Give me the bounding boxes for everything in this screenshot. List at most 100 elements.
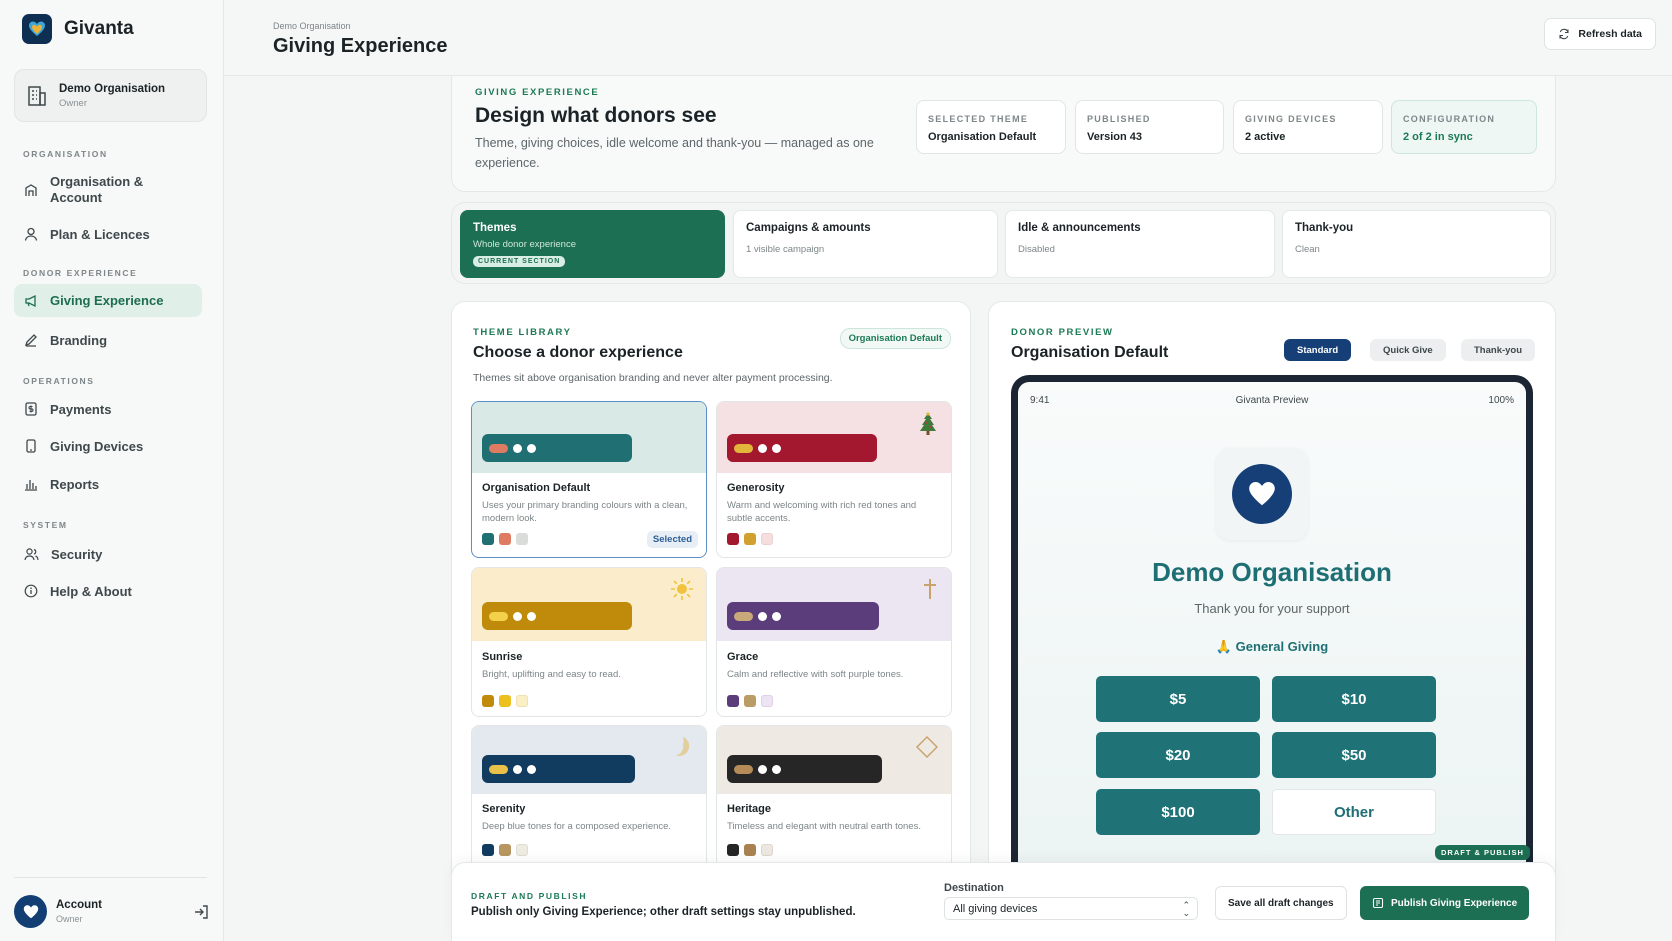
hero-description: Theme, giving choices, idle welcome and … xyxy=(475,136,874,170)
swatch xyxy=(727,533,739,545)
swatch xyxy=(482,533,494,545)
theme-preview-bar xyxy=(482,602,632,630)
info-icon xyxy=(24,584,38,598)
theme-description: Timeless and elegant with neutral earth … xyxy=(727,821,921,832)
tab-name: Thank-you xyxy=(1295,222,1354,234)
tab-themes[interactable]: Themes Whole donor experience CURRENT SE… xyxy=(460,210,725,278)
brand[interactable]: Givanta xyxy=(22,14,134,44)
sidebar-item-label-line2: Account xyxy=(50,190,102,205)
tab-idle-announcements[interactable]: Idle & announcements Disabled xyxy=(1005,210,1275,278)
stat-giving-devices: GIVING DEVICES 2 active xyxy=(1233,100,1383,154)
destination-label: Destination xyxy=(944,882,1004,894)
sidebar-item-label: Security xyxy=(51,546,103,562)
building-icon xyxy=(25,184,37,196)
tab-subtitle: Disabled xyxy=(1018,244,1055,255)
tab-name: Idle & announcements xyxy=(1018,222,1141,234)
amount-button[interactable]: $100 xyxy=(1096,789,1260,835)
sidebar-item-label: Payments xyxy=(50,401,112,417)
sidebar-item-giving-devices[interactable]: Giving Devices xyxy=(14,435,202,457)
sidebar-item-reports[interactable]: Reports xyxy=(14,473,202,495)
swatch xyxy=(516,844,528,856)
cross-icon xyxy=(924,579,936,599)
person-icon xyxy=(24,227,38,241)
amount-other-button[interactable]: Other xyxy=(1272,789,1436,835)
stat-label: SELECTED THEME xyxy=(928,114,1029,124)
donor-fund: 🙏 General Giving xyxy=(1215,639,1329,654)
tab-thank-you[interactable]: Thank-you Clean xyxy=(1282,210,1551,278)
tab-name: Campaigns & amounts xyxy=(746,222,871,234)
sidebar-item-payments[interactable]: Payments xyxy=(14,398,202,420)
tree-icon xyxy=(920,412,936,435)
amount-button[interactable]: $10 xyxy=(1272,676,1436,722)
publish-button[interactable]: Publish Giving Experience xyxy=(1360,886,1530,920)
building-icon xyxy=(28,85,46,106)
swatch xyxy=(744,533,756,545)
account-menu[interactable]: Account Owner xyxy=(14,895,210,928)
nav-section-operations: OPERATIONS xyxy=(23,376,95,386)
donor-thanks: Thank you for your support xyxy=(1194,601,1350,616)
theme-preview-bar xyxy=(727,755,882,783)
active-theme-badge: Organisation Default xyxy=(839,328,951,349)
stat-value: Organisation Default xyxy=(928,131,1037,143)
tablet-icon xyxy=(26,439,36,453)
publish-eyebrow: DRAFT AND PUBLISH xyxy=(471,891,588,901)
swatch xyxy=(499,533,511,545)
status-title: Givanta Preview xyxy=(1235,395,1309,406)
breadcrumb[interactable]: Demo Organisation xyxy=(273,21,351,31)
mode-thank-you[interactable]: Thank-you xyxy=(1461,339,1536,361)
theme-card-heritage[interactable]: Heritage Timeless and elegant with neutr… xyxy=(716,725,952,875)
stat-label: CONFIGURATION xyxy=(1403,114,1496,124)
amount-button[interactable]: $5 xyxy=(1096,676,1260,722)
theme-card-sunrise[interactable]: Sunrise Bright, uplifting and easy to re… xyxy=(471,567,707,717)
moon-icon xyxy=(675,736,690,756)
theme-card-generosity[interactable]: Generosity Warm and welcoming with rich … xyxy=(716,401,952,558)
sidebar-item-help-about[interactable]: Help & About xyxy=(14,580,202,602)
theme-name: Sunrise xyxy=(482,651,523,663)
destination-select[interactable]: All giving devices ⌃ ⌄ xyxy=(944,897,1198,920)
users-icon xyxy=(24,548,39,561)
tab-subtitle: Whole donor experience xyxy=(473,239,576,250)
heart-icon xyxy=(23,904,38,918)
publish-message: Publish only Giving Experience; other dr… xyxy=(471,906,856,918)
mode-standard[interactable]: Standard xyxy=(1284,339,1352,361)
org-name: Demo Organisation xyxy=(59,82,166,95)
theme-card-serenity[interactable]: Serenity Deep blue tones for a composed … xyxy=(471,725,707,875)
amount-button[interactable]: $20 xyxy=(1096,732,1260,778)
nav-section-donor-experience: DONOR EXPERIENCE xyxy=(23,268,138,278)
tab-campaigns-amounts[interactable]: Campaigns & amounts 1 visible campaign xyxy=(733,210,998,278)
refresh-icon xyxy=(1559,28,1569,40)
sun-icon xyxy=(671,578,693,600)
pen-icon xyxy=(24,334,37,347)
sidebar-item-branding[interactable]: Branding xyxy=(14,329,202,351)
theme-card-organisation-default[interactable]: Organisation Default Uses your primary b… xyxy=(471,401,707,558)
mode-quick-give[interactable]: Quick Give xyxy=(1370,339,1446,361)
sidebar-item-label: Giving Experience xyxy=(50,293,164,308)
swatch xyxy=(727,695,739,707)
page-header: Demo Organisation Giving Experience Refr… xyxy=(224,0,1672,76)
tab-subtitle: 1 visible campaign xyxy=(746,244,825,255)
logout-icon[interactable] xyxy=(192,903,210,921)
nav-section-organisation: ORGANISATION xyxy=(23,149,108,159)
org-switcher[interactable]: Demo Organisation Owner xyxy=(14,69,207,122)
theme-card-grace[interactable]: Grace Calm and reflective with soft purp… xyxy=(716,567,952,717)
sidebar-item-security[interactable]: Security xyxy=(14,543,202,565)
publish-label: Publish Giving Experience xyxy=(1391,897,1518,909)
swatch xyxy=(499,695,511,707)
bar-chart-icon xyxy=(25,480,37,491)
sidebar-item-label: Reports xyxy=(50,476,100,492)
tab-subtitle: Clean xyxy=(1295,244,1320,255)
account-name: Account xyxy=(56,899,102,911)
save-draft-button[interactable]: Save all draft changes xyxy=(1215,886,1347,920)
sidebar-item-plan-licences[interactable]: Plan & Licences xyxy=(14,223,202,245)
theme-preview-bar xyxy=(482,434,632,462)
refresh-button[interactable]: Refresh data xyxy=(1544,18,1656,50)
swatch xyxy=(482,695,494,707)
amount-button[interactable]: $50 xyxy=(1272,732,1436,778)
sidebar-item-organisation-account[interactable]: Organisation & Account xyxy=(14,171,202,209)
dollar-icon xyxy=(25,402,37,416)
hero-title: Design what donors see xyxy=(475,104,717,127)
swatch xyxy=(727,844,739,856)
sidebar-item-giving-experience[interactable]: Giving Experience xyxy=(14,284,202,317)
nav-section-system: SYSTEM xyxy=(23,520,68,530)
publish-bar: DRAFT AND PUBLISH Publish only Giving Ex… xyxy=(451,862,1556,941)
